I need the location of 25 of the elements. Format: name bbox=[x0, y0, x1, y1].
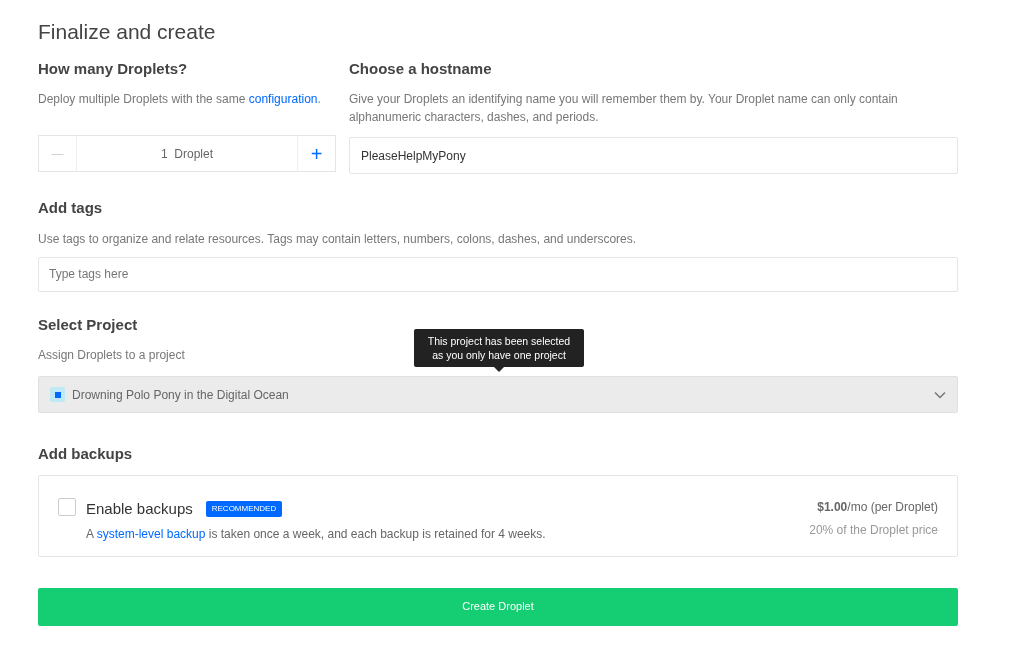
section-heading: Add tags bbox=[38, 198, 104, 218]
section-heading: Add backups bbox=[38, 444, 134, 464]
chevron-down-icon bbox=[934, 390, 946, 399]
description-text: A system-level backup is taken once a week, and each backup is retained for 4 weeks. bbox=[86, 526, 547, 543]
description-text: Deploy multiple Droplets with the same configuration. bbox=[38, 91, 322, 108]
section-heading: How many Droplets? bbox=[38, 58, 189, 79]
recommended-badge: RECOMMENDED bbox=[205, 500, 283, 517]
backups-label: Enable backups bbox=[86, 498, 193, 519]
increment-button[interactable]: + bbox=[297, 136, 335, 171]
price-note: 20% of the Droplet price bbox=[809, 521, 938, 539]
tooltip-arrow-icon bbox=[494, 367, 504, 372]
section-heading: Choose a hostname bbox=[349, 58, 493, 79]
backup-price: $1.00/mo (per Droplet) bbox=[816, 498, 938, 516]
system-level-backup-link[interactable]: system-level backup bbox=[96, 527, 206, 541]
project-name: Drowning Polo Pony in the Digital Ocean bbox=[72, 386, 290, 404]
droplet-count: 1 Droplet bbox=[160, 145, 214, 163]
tooltip: This project has been selected as you only have one project bbox=[414, 329, 584, 367]
project-icon bbox=[50, 387, 65, 402]
description-text: Use tags to organize and relate resources. Tags may contain letters, numbers, colons, dashes, and underscores. bbox=[38, 230, 638, 248]
description-text: Assign Droplets to a project bbox=[38, 347, 185, 364]
tags-field[interactable]: Type tags here bbox=[38, 256, 958, 292]
backups-checkbox[interactable] bbox=[58, 497, 76, 516]
description-text: Give your Droplets an identifying name you will remember them by. Your Droplet name can only contain alphanumeric characters, dashes, and periods. bbox=[349, 91, 899, 126]
hostname-field[interactable]: PleaseHelpMyPony bbox=[349, 137, 958, 174]
page-title: Finalize and create bbox=[38, 19, 217, 45]
